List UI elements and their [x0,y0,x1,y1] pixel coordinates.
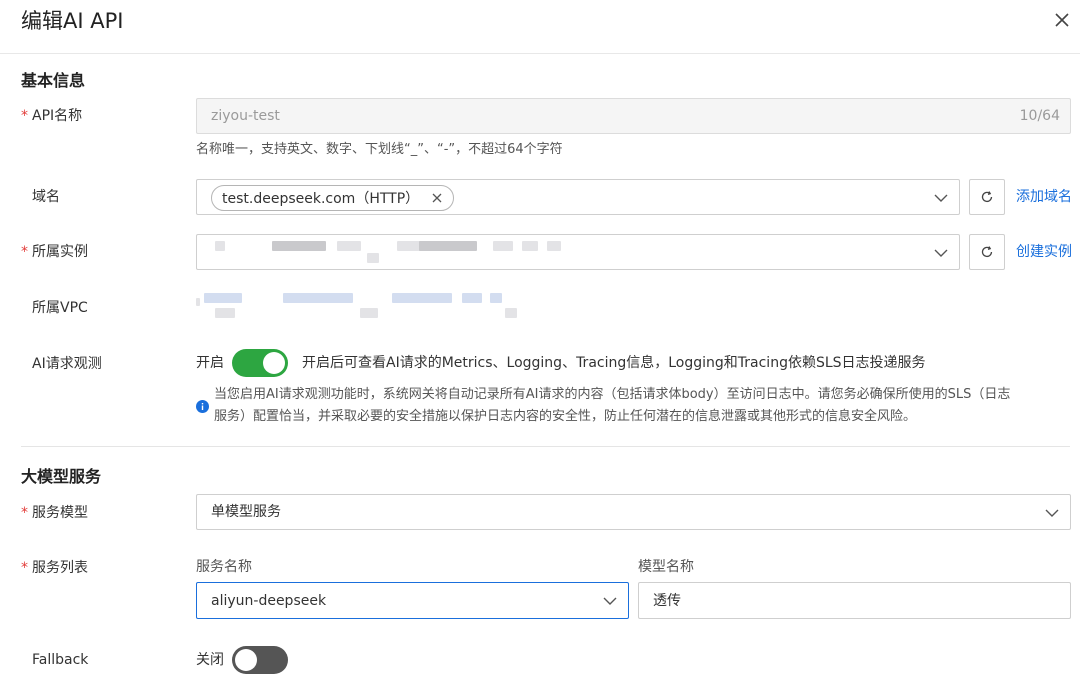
create-instance-link[interactable]: 创建实例 [1016,242,1072,262]
service-model-select[interactable]: 单模型服务 [196,494,1071,530]
model-name-input[interactable]: 透传 [638,582,1071,619]
ai-observe-notice: 当您启用AI请求观测功能时，系统网关将自动记录所有AI请求的内容（包括请求体bo… [214,384,1064,428]
redacted-block [196,298,200,306]
chevron-down-icon [602,593,618,609]
service-name-select[interactable]: aliyun-deepseek [196,582,629,619]
redacted-block [283,293,353,303]
ai-observe-description: 开启后可查看AI请求的Metrics、Logging、Tracing信息，Log… [302,355,926,371]
redacted-block [204,293,242,303]
redacted-block [462,293,482,303]
service-model-label: * 服务模型 [21,505,88,521]
section-divider [21,446,1070,447]
dialog-title: 编辑AI API [21,9,124,33]
fallback-toggle[interactable] [232,646,288,674]
fallback-state: 关闭 [196,652,224,668]
redacted-block [522,241,538,251]
redacted-block [493,241,513,251]
domain-select[interactable]: test.deepseek.com（HTTP） [196,179,960,215]
add-domain-link[interactable]: 添加域名 [1016,187,1072,207]
redacted-block [337,241,361,251]
close-icon[interactable] [1050,8,1074,32]
section-title-model-service: 大模型服务 [21,467,102,486]
api-name-counter: 10/64 [1019,108,1060,124]
fallback-label: Fallback [32,652,89,668]
api-name-input[interactable]: ziyou-test 10/64 [196,98,1071,134]
redacted-block [215,308,235,318]
domain-tag-label: test.deepseek.com（HTTP） [222,191,420,207]
service-name-value: aliyun-deepseek [211,593,327,609]
redacted-block [392,293,452,303]
notice-line: 服务）配置恰当，并采取必要的安全措施以保护日志内容的安全性，防止任何潜在的信息泄… [214,409,917,424]
redacted-block [490,293,502,303]
instance-label: * 所属实例 [21,244,88,260]
section-title-basic: 基本信息 [21,71,86,90]
refresh-domain-button[interactable] [969,179,1005,215]
refresh-instance-button[interactable] [969,234,1005,270]
dialog-header: 编辑AI API [0,0,1080,54]
vpc-label: 所属VPC [32,300,88,316]
domain-label: 域名 [32,189,60,205]
notice-line: 当您启用AI请求观测功能时，系统网关将自动记录所有AI请求的内容（包括请求体bo… [214,387,1011,402]
api-name-hint: 名称唯一，支持英文、数字、下划线“_”、“-”，不超过64个字符 [196,142,563,157]
api-name-value: ziyou-test [211,108,280,124]
toggle-knob [235,649,257,671]
redacted-block [505,308,517,318]
model-name-value: 透传 [653,593,681,609]
redacted-block [360,308,378,318]
instance-select[interactable] [196,234,960,270]
chevron-down-icon [933,245,949,261]
model-name-column-label: 模型名称 [638,559,694,575]
toggle-knob [263,352,285,374]
service-list-label: * 服务列表 [21,560,88,576]
refresh-icon [981,191,993,203]
redacted-block [272,241,326,251]
chevron-down-icon [1044,505,1060,521]
redacted-block [397,241,421,251]
refresh-icon [981,246,993,258]
api-name-label: * API名称 [21,108,83,124]
service-model-value: 单模型服务 [211,504,281,520]
domain-tag: test.deepseek.com（HTTP） [211,185,455,211]
redacted-block [547,241,561,251]
info-icon [196,400,209,413]
redacted-block [215,241,225,251]
redacted-block [419,241,477,251]
redacted-block [367,253,379,263]
chevron-down-icon [933,190,949,206]
ai-observe-label: AI请求观测 [32,356,102,372]
service-name-column-label: 服务名称 [196,559,252,575]
ai-observe-state: 开启 [196,355,224,371]
tag-close-icon[interactable] [431,192,443,204]
ai-observe-toggle[interactable] [232,349,288,377]
